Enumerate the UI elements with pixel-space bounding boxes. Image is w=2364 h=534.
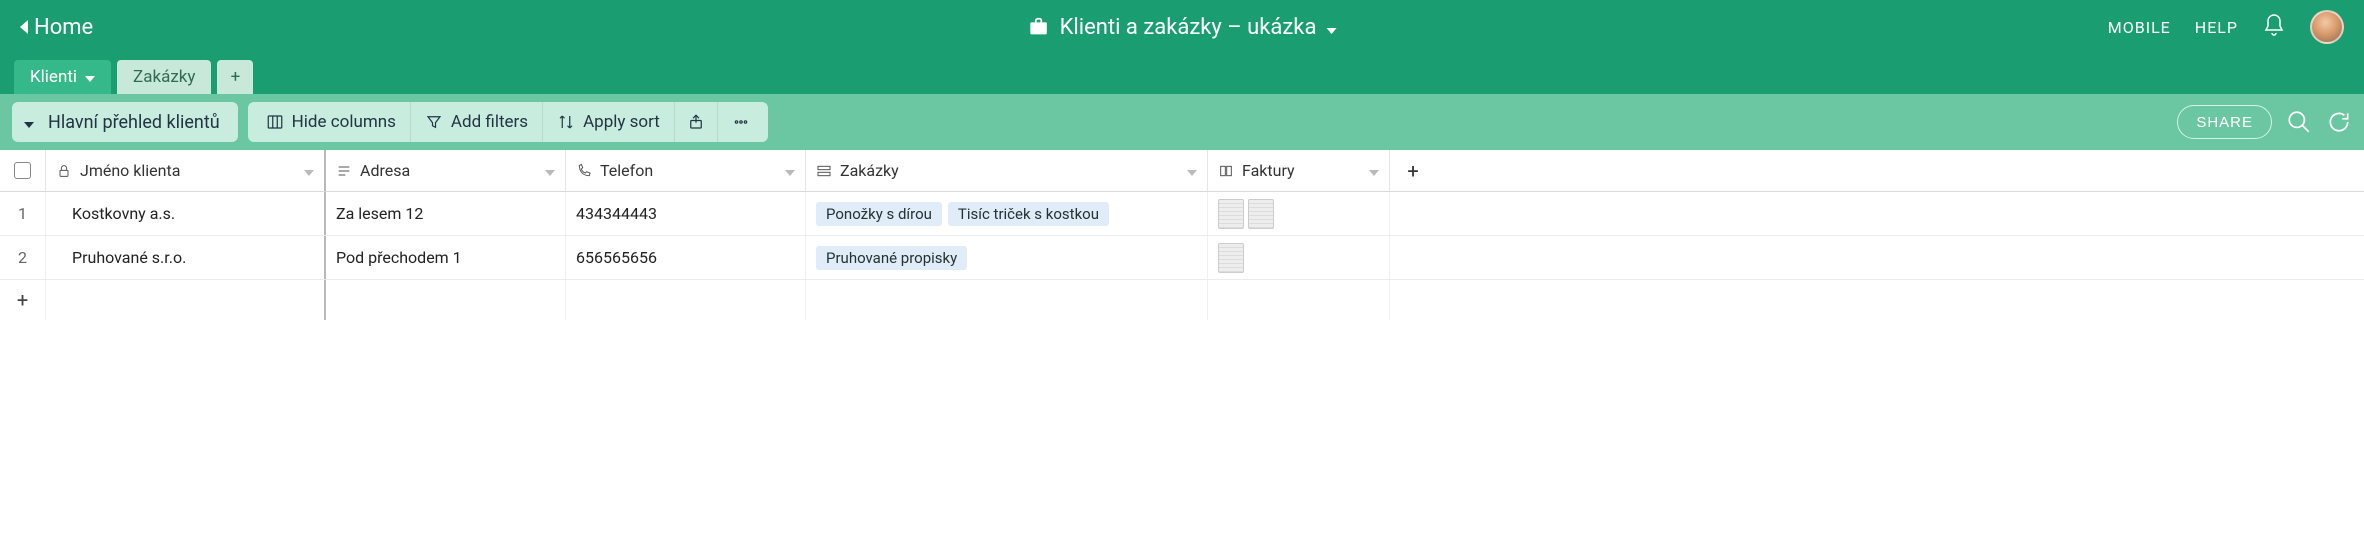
attachment-icon	[1218, 163, 1234, 179]
column-label: Jméno klienta	[80, 161, 180, 180]
chevron-down-icon	[304, 161, 314, 180]
empty-cell	[46, 280, 326, 320]
sort-icon	[557, 113, 575, 131]
column-label: Adresa	[360, 161, 410, 180]
cell-name[interactable]: Pruhované s.r.o.	[46, 236, 326, 279]
attachment-thumbnail[interactable]	[1218, 243, 1244, 273]
empty-cell	[326, 280, 566, 320]
bell-icon	[2262, 13, 2286, 37]
text-icon	[336, 163, 352, 179]
chevron-down-icon	[85, 67, 95, 87]
tab-zakazky[interactable]: Zakázky	[117, 60, 211, 94]
cell-address[interactable]: Pod přechodem 1	[326, 236, 566, 279]
checkbox-icon	[14, 162, 31, 179]
cell-orders[interactable]: Pruhované propisky	[806, 236, 1208, 279]
view-tools: Hide columns Add filters Apply sort	[248, 102, 768, 142]
cell-orders[interactable]: Ponožky s dírouTisíc triček s kostkou	[806, 192, 1208, 235]
share-icon	[687, 113, 705, 131]
chevron-down-icon	[24, 112, 34, 133]
tab-klienti[interactable]: Klienti	[14, 60, 111, 94]
home-button[interactable]: Home	[20, 15, 93, 40]
filter-icon	[425, 113, 443, 131]
add-filters-button[interactable]: Add filters	[411, 102, 543, 142]
cell-invoices[interactable]	[1208, 192, 1390, 235]
link-records-icon	[816, 163, 832, 179]
empty-cell	[1390, 280, 1436, 320]
column-label: Telefon	[600, 161, 653, 180]
select-all-header[interactable]	[0, 150, 46, 191]
column-header-orders[interactable]: Zakázky	[806, 150, 1208, 191]
row-number[interactable]: 1	[0, 192, 46, 235]
linked-record-chip[interactable]: Pruhované propisky	[816, 246, 967, 270]
chevron-down-icon	[1326, 15, 1336, 40]
add-filters-label: Add filters	[451, 112, 528, 132]
column-label: Faktury	[1242, 161, 1295, 180]
table-row[interactable]: 2Pruhované s.r.o.Pod přechodem 165656565…	[0, 236, 2364, 280]
empty-cell	[1208, 280, 1390, 320]
refresh-icon[interactable]	[2326, 109, 2352, 135]
cell-address[interactable]: Za lesem 12	[326, 192, 566, 235]
empty-cell	[566, 280, 806, 320]
attachment-thumbnail[interactable]	[1248, 199, 1274, 229]
plus-icon: +	[1407, 159, 1418, 183]
add-row-button[interactable]: +	[0, 280, 46, 320]
column-header-name[interactable]: Jméno klienta	[46, 150, 326, 191]
share-button[interactable]: SHARE	[2177, 105, 2272, 139]
cell-phone[interactable]: 434344443	[566, 192, 806, 235]
user-avatar[interactable]	[2310, 10, 2344, 44]
table-row[interactable]: 1Kostkovny a.s.Za lesem 12434344443Ponož…	[0, 192, 2364, 236]
apply-sort-label: Apply sort	[583, 112, 660, 132]
chevron-down-icon	[1187, 161, 1197, 180]
linked-record-chip[interactable]: Ponožky s dírou	[816, 202, 942, 226]
data-grid: Jméno klienta Adresa Telefon Zakázky Fak…	[0, 150, 2364, 320]
linked-record-chip[interactable]: Tisíc triček s kostkou	[948, 202, 1109, 226]
chevron-down-icon	[785, 161, 795, 180]
phone-icon	[576, 163, 592, 179]
more-options-button[interactable]	[718, 102, 764, 142]
column-header-phone[interactable]: Telefon	[566, 150, 806, 191]
hide-columns-button[interactable]: Hide columns	[252, 102, 411, 142]
notifications-button[interactable]	[2262, 13, 2286, 41]
cell-invoices[interactable]	[1208, 236, 1390, 279]
chevron-down-icon	[1369, 161, 1379, 180]
column-header-address[interactable]: Adresa	[326, 150, 566, 191]
tab-label: Zakázky	[133, 67, 195, 87]
share-action-button[interactable]	[675, 102, 718, 142]
help-link[interactable]: HELP	[2195, 18, 2238, 37]
empty-cell	[1390, 192, 1436, 235]
app-title: Klienti a zakázky – ukázka	[1060, 15, 1317, 40]
lock-icon	[56, 163, 72, 179]
view-name: Hlavní přehled klientů	[48, 112, 220, 133]
row-number[interactable]: 2	[0, 236, 46, 279]
column-label: Zakázky	[840, 161, 899, 180]
cell-name[interactable]: Kostkovny a.s.	[46, 192, 326, 235]
column-header-invoices[interactable]: Faktury	[1208, 150, 1390, 191]
columns-icon	[266, 113, 284, 131]
briefcase-icon	[1028, 16, 1050, 38]
hide-columns-label: Hide columns	[292, 112, 396, 132]
plus-icon: +	[231, 67, 241, 87]
chevron-down-icon	[545, 161, 555, 180]
dots-icon	[732, 113, 750, 131]
empty-cell	[806, 280, 1208, 320]
cell-phone[interactable]: 656565656	[566, 236, 806, 279]
view-selector[interactable]: Hlavní přehled klientů	[12, 102, 238, 142]
mobile-link[interactable]: MOBILE	[2108, 18, 2171, 37]
app-title-dropdown[interactable]: Klienti a zakázky – ukázka	[1028, 15, 1337, 40]
empty-cell	[1390, 236, 1436, 279]
attachment-thumbnail[interactable]	[1218, 199, 1244, 229]
add-tab-button[interactable]: +	[217, 60, 253, 94]
add-column-button[interactable]: +	[1390, 150, 1436, 191]
chevron-left-icon	[20, 15, 30, 40]
search-icon[interactable]	[2286, 109, 2312, 135]
apply-sort-button[interactable]: Apply sort	[543, 102, 675, 142]
tab-label: Klienti	[30, 67, 77, 87]
home-label: Home	[34, 15, 93, 40]
